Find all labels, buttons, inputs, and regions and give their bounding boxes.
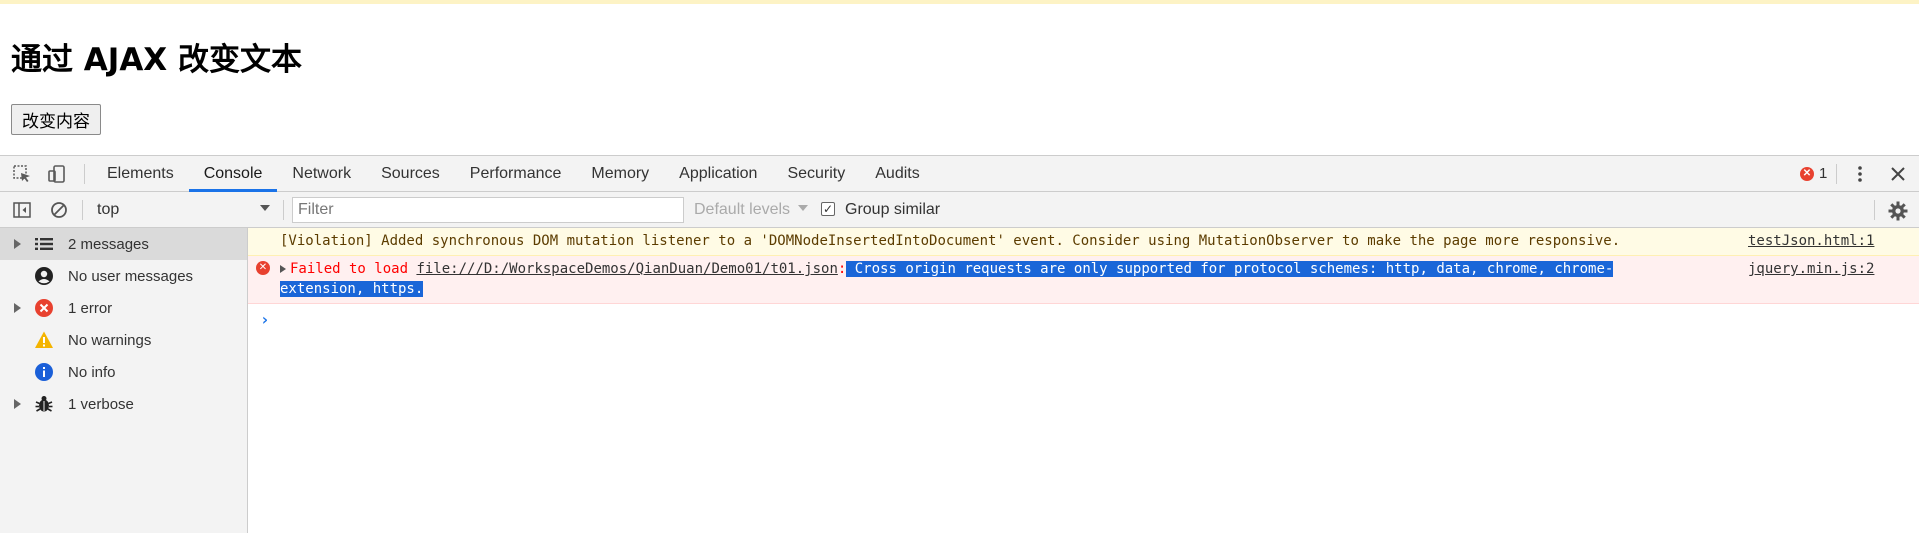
console-output: [Violation] Added synchronous DOM mutati… xyxy=(248,228,1919,533)
toolbar-divider xyxy=(1874,200,1875,220)
devtools-tabbar: Elements Console Network Sources Perform… xyxy=(0,156,1919,192)
group-similar-checkbox[interactable]: ✓ xyxy=(821,202,835,216)
clear-console-icon[interactable] xyxy=(49,200,69,220)
error-highlight-text-2: extension, https. xyxy=(280,281,424,297)
inspect-element-icon[interactable] xyxy=(12,164,32,184)
change-content-button[interactable]: 改变内容 xyxy=(11,104,101,135)
sidebar-item-label: 1 error xyxy=(68,299,113,317)
more-options-icon[interactable] xyxy=(1850,164,1870,184)
page-title: 通过 AJAX 改变文本 xyxy=(11,42,303,78)
error-message-line-2: extension, https. xyxy=(280,281,424,297)
message-source-link[interactable]: jquery.min.js:2 xyxy=(1748,261,1874,277)
error-count: 1 xyxy=(1819,165,1828,182)
group-similar-label: Group similar xyxy=(845,201,941,218)
tab-audits[interactable]: Audits xyxy=(860,156,934,192)
console-toolbar: top Default levels ✓ Group similar xyxy=(0,192,1919,228)
sidebar-item-errors[interactable]: 1 error xyxy=(0,292,247,324)
violation-message-text: [Violation] Added synchronous DOM mutati… xyxy=(280,233,1621,249)
expand-triangle-icon[interactable] xyxy=(14,399,21,409)
tabbar-divider-right xyxy=(1836,164,1837,184)
tab-console[interactable]: Console xyxy=(188,156,278,192)
expand-triangle-icon[interactable] xyxy=(14,239,21,249)
toolbar-divider xyxy=(283,200,284,220)
page-content: 通过 AJAX 改变文本 改变内容 xyxy=(0,0,1919,155)
message-source-link[interactable]: testJson.html:1 xyxy=(1748,233,1874,249)
device-toolbar-icon[interactable] xyxy=(47,164,67,184)
tab-security[interactable]: Security xyxy=(772,156,860,192)
error-icon xyxy=(34,298,54,318)
error-highlight-text: Cross origin requests are only supported… xyxy=(846,261,1614,277)
user-icon xyxy=(34,266,54,286)
error-prefix: Failed to load xyxy=(290,261,417,277)
devtools-panel: Elements Console Network Sources Perform… xyxy=(0,155,1919,533)
console-message-violation: [Violation] Added synchronous DOM mutati… xyxy=(248,228,1919,256)
console-settings-gear-icon[interactable] xyxy=(1887,200,1909,222)
sidebar-item-label: 2 messages xyxy=(68,235,149,253)
tab-application[interactable]: Application xyxy=(664,156,772,192)
sidebar-item-label: No warnings xyxy=(68,331,152,349)
tabbar-divider xyxy=(84,164,85,184)
error-icon: ✕ xyxy=(256,261,270,275)
error-counter[interactable]: ✕ 1 xyxy=(1800,165,1827,182)
list-icon xyxy=(34,234,54,254)
toolbar-divider xyxy=(82,200,83,220)
sidebar-item-warnings[interactable]: No warnings xyxy=(0,324,247,356)
sidebar-item-info[interactable]: No info xyxy=(0,356,247,388)
sidebar-item-label: No info xyxy=(68,363,116,381)
sidebar-item-label: No user messages xyxy=(68,267,194,285)
sidebar-item-verbose[interactable]: 1 verbose xyxy=(0,388,247,420)
devtools-tabs: Elements Console Network Sources Perform… xyxy=(92,156,935,192)
console-prompt-chevron-icon[interactable]: › xyxy=(260,310,270,329)
filter-input[interactable] xyxy=(292,197,684,223)
tab-sources[interactable]: Sources xyxy=(366,156,455,192)
close-devtools-icon[interactable] xyxy=(1888,164,1908,184)
chevron-down-icon[interactable] xyxy=(798,205,808,211)
chevron-down-icon[interactable] xyxy=(260,205,270,211)
expand-triangle-icon[interactable] xyxy=(14,303,21,313)
info-icon xyxy=(34,362,54,382)
tab-elements[interactable]: Elements xyxy=(92,156,189,192)
console-sidebar: 2 messages No user messages 1 error No w… xyxy=(0,228,248,533)
sidebar-item-messages[interactable]: 2 messages xyxy=(0,228,247,260)
console-message-error: ✕ Failed to load file:///D:/WorkspaceDem… xyxy=(248,256,1919,304)
error-message-line: Failed to load file:///D:/WorkspaceDemos… xyxy=(280,261,1614,277)
warning-icon xyxy=(34,330,54,350)
tab-performance[interactable]: Performance xyxy=(455,156,577,192)
sidebar-item-label: 1 verbose xyxy=(68,395,134,413)
error-icon: ✕ xyxy=(1800,166,1814,181)
log-levels-dropdown[interactable]: Default levels xyxy=(694,201,790,219)
sidebar-item-user-messages[interactable]: No user messages xyxy=(0,260,247,292)
tab-memory[interactable]: Memory xyxy=(576,156,664,192)
error-url-link[interactable]: file:///D:/WorkspaceDemos/QianDuan/Demo0… xyxy=(416,261,837,277)
context-select[interactable]: top xyxy=(97,201,119,219)
show-sidebar-icon[interactable] xyxy=(12,200,32,220)
expand-triangle-icon[interactable] xyxy=(280,265,286,273)
tab-network[interactable]: Network xyxy=(277,156,366,192)
bug-icon xyxy=(34,394,54,414)
